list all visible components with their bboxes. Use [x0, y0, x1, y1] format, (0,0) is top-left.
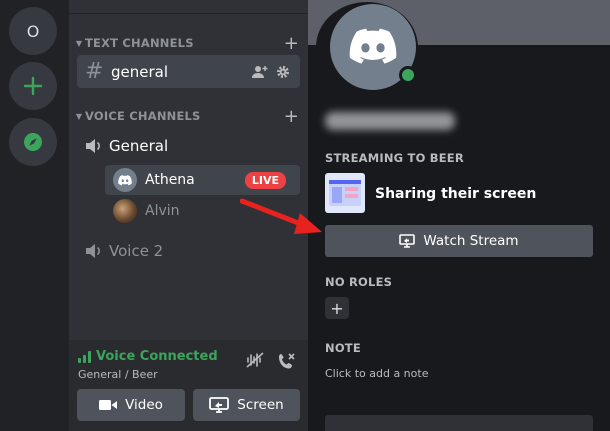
video-button[interactable]: Video [77, 389, 185, 421]
home-server-initial: O [26, 21, 40, 41]
message-input[interactable] [325, 415, 593, 431]
blurred-username [325, 112, 455, 130]
text-channels-label: TEXT CHANNELS [85, 36, 194, 50]
create-voice-channel-icon[interactable]: + [284, 106, 299, 127]
add-role-button[interactable]: + [325, 297, 349, 319]
chevron-down-icon: ▼ [75, 38, 83, 48]
noise-suppression-icon[interactable] [246, 352, 264, 368]
add-server-icon [23, 76, 43, 96]
video-camera-icon [99, 400, 118, 410]
add-server-button[interactable] [9, 62, 57, 110]
text-channels-category[interactable]: ▼ TEXT CHANNELS + [73, 33, 301, 54]
server-rail: O [0, 0, 69, 431]
annotation-arrow-icon [240, 198, 322, 234]
screen-share-icon [209, 397, 230, 413]
voice-connection-panel: Voice Connected General / Beer Video Scr… [69, 340, 308, 431]
note-input[interactable]: Click to add a note [325, 367, 428, 380]
online-status-icon [402, 69, 414, 81]
stream-description: Sharing their screen [375, 186, 537, 202]
voice-connected-label: Voice Connected [96, 349, 218, 364]
voice-channel-name: Voice 2 [109, 242, 164, 260]
screen-share-button[interactable]: Screen [193, 389, 300, 421]
watch-stream-label: Watch Stream [423, 233, 519, 249]
screen-button-label: Screen [237, 397, 284, 413]
screen-preview-icon [329, 180, 361, 206]
signal-bars-icon [78, 350, 91, 363]
create-text-channel-icon[interactable]: + [284, 33, 299, 54]
live-badge: LIVE [244, 171, 286, 189]
member-name: Alvin [145, 203, 180, 219]
chevron-down-icon: ▼ [75, 111, 83, 121]
member-name: Athena [145, 172, 195, 188]
note-heading: NOTE [325, 341, 361, 355]
discord-logo-icon [349, 28, 397, 64]
sidebar-header [69, 0, 308, 14]
explore-compass-icon [24, 133, 42, 151]
home-server-button[interactable]: O [9, 7, 57, 55]
voice-channels-category[interactable]: ▼ VOICE CHANNELS + [73, 106, 301, 127]
speaker-icon [85, 138, 103, 154]
user-profile-panel: STREAMING TO BEER Sharing their screen W… [308, 0, 610, 431]
online-status-ring [399, 66, 417, 84]
avatar [113, 199, 137, 223]
discord-logo-icon [118, 174, 132, 185]
stream-thumbnail [325, 173, 365, 213]
gear-icon[interactable] [276, 65, 290, 79]
voice-channel-voice-2[interactable]: Voice 2 [85, 238, 163, 264]
screen-icon [399, 234, 416, 248]
speaker-icon [85, 243, 103, 259]
voice-location[interactable]: General / Beer [78, 368, 158, 381]
voice-connected-status[interactable]: Voice Connected [78, 349, 218, 364]
voice-channels-label: VOICE CHANNELS [85, 109, 201, 123]
channel-general[interactable]: # general [77, 55, 300, 88]
roles-heading: NO ROLES [325, 275, 393, 289]
voice-channel-general[interactable]: General [85, 133, 168, 159]
avatar [113, 168, 137, 192]
disconnect-phone-icon[interactable] [278, 352, 296, 370]
text-channel-hash-icon: # [85, 59, 104, 84]
watch-stream-button[interactable]: Watch Stream [325, 225, 593, 257]
channel-name: general [111, 62, 169, 81]
invite-member-icon[interactable] [252, 65, 268, 79]
video-button-label: Video [125, 397, 163, 413]
streaming-heading: STREAMING TO BEER [325, 151, 464, 165]
voice-member-athena[interactable]: Athena LIVE [105, 165, 300, 195]
voice-channel-name: General [109, 137, 169, 155]
profile-avatar-ring [316, 2, 418, 92]
explore-servers-button[interactable] [9, 118, 57, 166]
